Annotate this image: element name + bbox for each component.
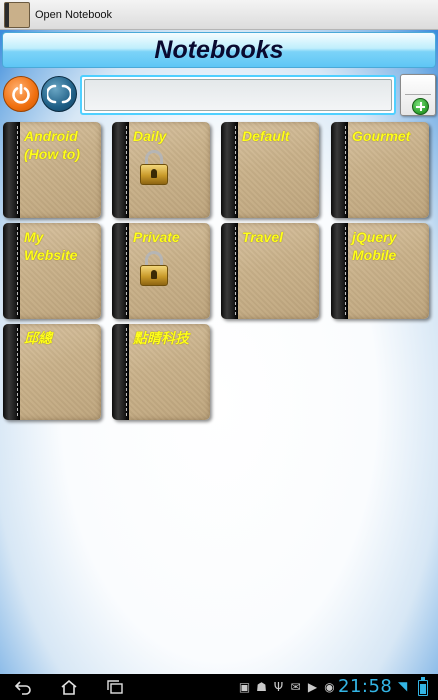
lock-icon — [140, 150, 168, 186]
notebook-item[interactable]: My Website — [3, 223, 101, 319]
notification-icon: ✉ — [290, 680, 301, 694]
gallery-icon: ▣ — [238, 680, 251, 694]
notebook-label: Default — [242, 128, 290, 144]
back-icon[interactable] — [6, 674, 40, 700]
sync-icon — [47, 84, 71, 104]
lock-icon — [140, 251, 168, 287]
notebook-grid: Android (How to) Daily Default Gourmet My We… — [0, 122, 438, 432]
notebook-item[interactable]: Default — [221, 122, 319, 218]
notebook-item[interactable]: jQuery Mobile — [331, 223, 429, 319]
notebook-item[interactable]: Gourmet — [331, 122, 429, 218]
notebook-label: 邱總 — [24, 330, 52, 346]
recent-apps-icon[interactable] — [98, 674, 132, 700]
notebook-spine — [112, 122, 129, 218]
notebook-label: jQuery Mobile — [352, 229, 397, 263]
notebook-item[interactable]: 點睛科技 — [112, 324, 210, 420]
status-icons: ▣ ☗ Ψ ✉ ▶ ◉ — [236, 674, 338, 700]
notebook-spine — [221, 223, 238, 319]
notebook-label: My Website — [24, 229, 78, 263]
main-content: Notebooks Android (How to) Daily Default Go… — [0, 30, 438, 674]
notebook-label: Gourmet — [352, 128, 411, 144]
new-notebook-icon — [405, 81, 431, 95]
power-icon — [12, 83, 30, 104]
android-icon: ☗ — [256, 680, 267, 694]
notebook-item[interactable]: Android (How to) — [3, 122, 101, 218]
home-icon[interactable] — [52, 674, 86, 700]
notebook-item[interactable]: Daily — [112, 122, 210, 218]
power-button[interactable] — [3, 76, 39, 112]
notebook-label: 點睛科技 — [133, 330, 189, 346]
new-notebook-button[interactable] — [400, 74, 436, 116]
sync-button[interactable] — [41, 76, 77, 112]
notebook-label: Android (How to) — [24, 128, 80, 162]
notebook-app-icon — [4, 1, 30, 28]
search-input[interactable] — [84, 79, 392, 111]
notebook-spine — [112, 223, 129, 319]
plus-icon — [412, 98, 429, 115]
notebook-item[interactable]: 邱總 — [3, 324, 101, 420]
notebook-spine — [3, 324, 20, 420]
battery-icon — [418, 677, 428, 696]
app-title-bar: Open Notebook — [0, 0, 438, 30]
notebook-spine — [221, 122, 238, 218]
header-bar: Notebooks — [2, 32, 436, 68]
notebook-label: Daily — [133, 128, 167, 144]
camera-icon: ◉ — [324, 680, 335, 694]
notebook-label: Private — [133, 229, 180, 245]
usb-icon: Ψ — [273, 680, 284, 694]
notebook-spine — [3, 223, 20, 319]
search-box — [80, 75, 396, 115]
notebook-item[interactable]: Travel — [221, 223, 319, 319]
system-navigation-bar: ▣ ☗ Ψ ✉ ▶ ◉ 21:58 ◥ — [0, 674, 438, 700]
wifi-icon: ◥ — [398, 679, 408, 693]
page-title: Notebooks — [154, 35, 284, 64]
notebook-spine — [3, 122, 20, 218]
notebook-spine — [331, 122, 348, 218]
media-icon: ▶ — [307, 680, 318, 694]
notebook-label: Travel — [242, 229, 283, 245]
notebook-spine — [331, 223, 348, 319]
window-title: Open Notebook — [35, 8, 113, 21]
notebook-spine — [112, 324, 129, 420]
notebook-item[interactable]: Private — [112, 223, 210, 319]
clock: 21:58 — [338, 676, 393, 697]
